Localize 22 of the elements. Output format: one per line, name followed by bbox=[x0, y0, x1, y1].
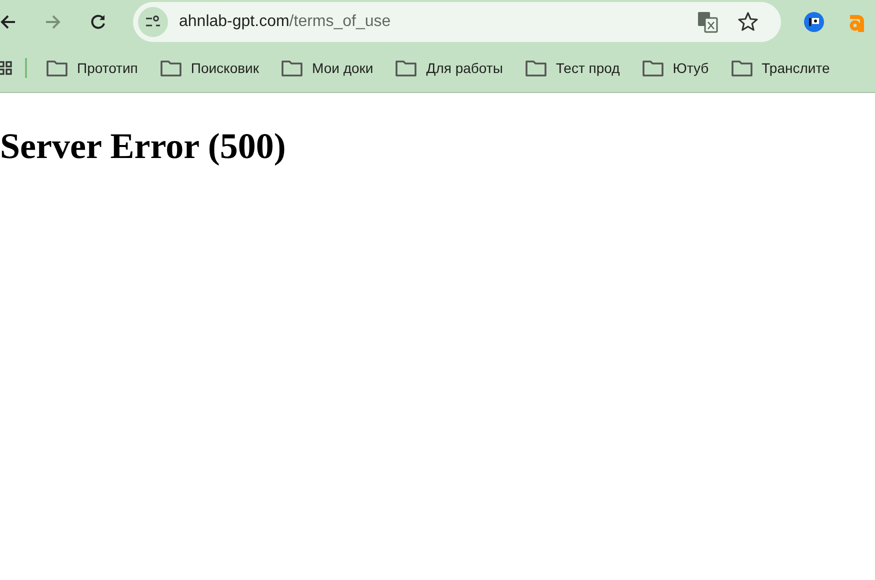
bookmark-folder[interactable]: Поисковик bbox=[190, 60, 259, 76]
folder-icon bbox=[395, 59, 418, 77]
folder-icon bbox=[160, 59, 182, 77]
url-text[interactable]: ahnlab-gpt.com/terms_of_use bbox=[179, 13, 697, 31]
error-heading: Server Error (500) bbox=[0, 125, 286, 167]
site-settings-icon[interactable] bbox=[138, 7, 168, 37]
extension-icon[interactable] bbox=[803, 11, 825, 33]
translate-icon[interactable] bbox=[697, 11, 719, 33]
bookmark-folder[interactable]: Для работы bbox=[426, 60, 503, 76]
address-bar[interactable]: ahnlab-gpt.com/terms_of_use bbox=[133, 2, 781, 42]
folder-icon bbox=[730, 59, 753, 77]
bookmark-folder[interactable]: Ютуб bbox=[672, 60, 709, 76]
bookmark-folder[interactable]: Прототип bbox=[77, 60, 138, 76]
folder-icon bbox=[46, 59, 68, 77]
bookmark-folder[interactable]: Мои доки bbox=[312, 60, 374, 76]
folder-icon bbox=[524, 59, 547, 77]
bookmark-folder[interactable]: Транслите bbox=[762, 60, 830, 76]
apps-icon[interactable] bbox=[0, 61, 12, 75]
bookmark-folder[interactable]: Тест прод bbox=[556, 60, 620, 76]
folder-icon bbox=[642, 59, 664, 77]
folder-icon bbox=[281, 59, 303, 77]
star-icon[interactable] bbox=[737, 11, 759, 33]
